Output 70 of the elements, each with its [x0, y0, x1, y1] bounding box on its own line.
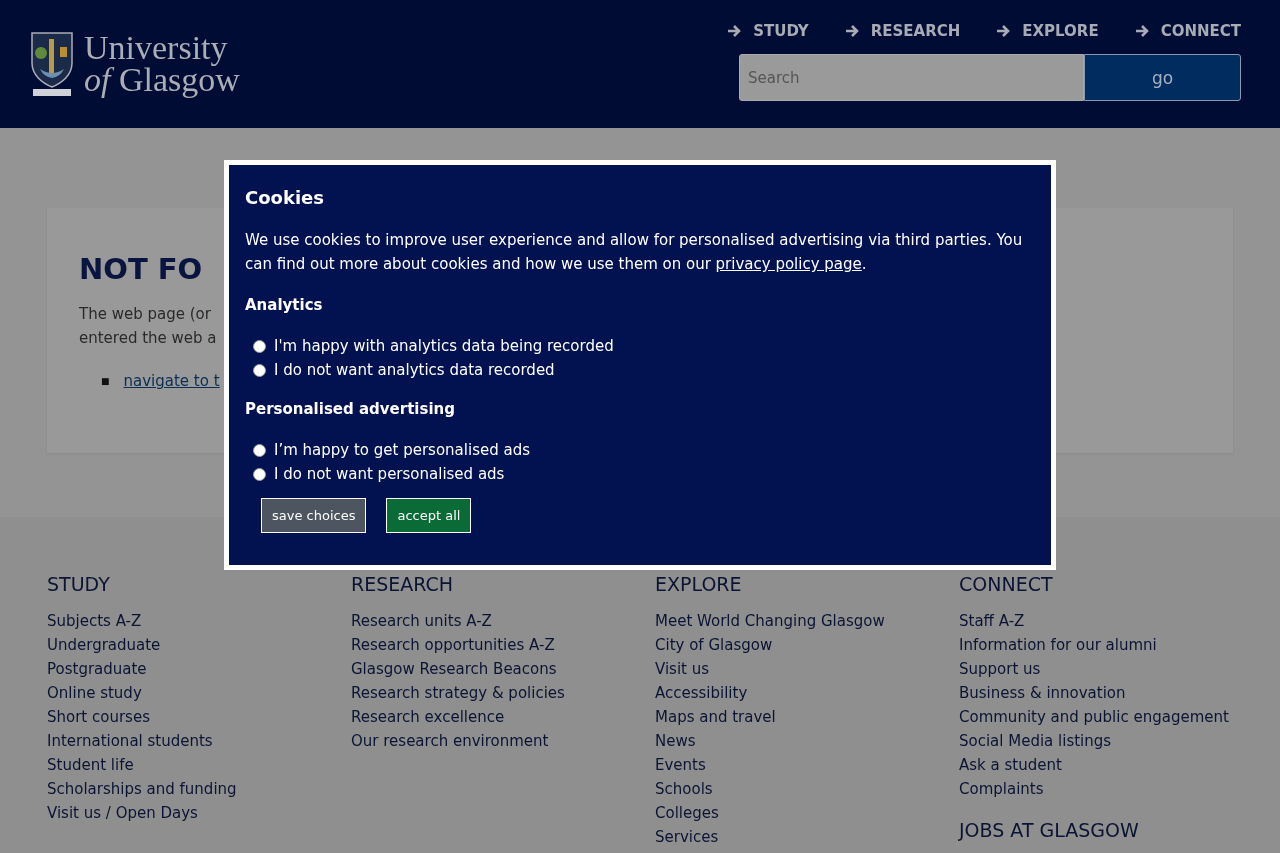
footer-link[interactable]: Research opportunities A-Z	[351, 633, 555, 657]
arrow-right-icon	[996, 24, 1011, 38]
footer-link[interactable]: Social Media listings	[959, 729, 1112, 753]
search-field[interactable]: Search	[739, 54, 1084, 101]
arrow-right-icon	[844, 24, 859, 38]
footer-link[interactable]: International students	[47, 729, 213, 753]
footer-heading: JOBS AT GLASGOW	[959, 819, 1139, 841]
footer-link[interactable]: Support us	[959, 657, 1041, 681]
radio-button[interactable]	[253, 443, 266, 457]
group-title: Personalised advertising	[245, 400, 455, 418]
footer-heading: RESEARCH	[351, 573, 454, 595]
university-logo-text[interactable]: University of Glasgow	[84, 32, 240, 96]
footer-link[interactable]: Events	[655, 753, 706, 777]
arrow-right-icon	[1134, 24, 1149, 38]
footer-link[interactable]: Visit us	[655, 657, 710, 681]
footer-link[interactable]: Schools	[655, 777, 713, 801]
footer-link[interactable]: Research units A-Z	[351, 609, 492, 633]
dialog-title: Cookies	[245, 187, 325, 208]
option-label[interactable]: I’m happy to get personalised ads	[274, 438, 530, 462]
accept-button[interactable]: accept all	[386, 498, 472, 533]
footer-link[interactable]: Scholarships and funding	[47, 777, 237, 801]
radio-button[interactable]	[253, 339, 266, 353]
footer-link[interactable]: Complaints	[959, 777, 1044, 801]
radio-button[interactable]	[253, 363, 266, 377]
arrow-right-icon	[727, 24, 742, 38]
footer-link[interactable]: Business & innovation	[959, 681, 1126, 705]
go-button[interactable]: go	[1084, 54, 1241, 101]
footer-link[interactable]: Research strategy & policies	[351, 681, 565, 705]
message-text: The web page (or	[79, 304, 211, 325]
footer-link[interactable]: Accessibility	[655, 681, 748, 705]
footer-heading: EXPLORE	[655, 573, 742, 595]
footer-link[interactable]: Online study	[47, 681, 142, 705]
footer-link[interactable]: Our research environment	[351, 729, 549, 753]
footer-link[interactable]: Ask a student	[959, 753, 1062, 777]
footer-link[interactable]: City of Glasgow	[655, 633, 773, 657]
footer-link[interactable]: Subjects A-Z	[47, 609, 142, 633]
footer-link[interactable]: Research excellence	[351, 705, 505, 729]
footer-link[interactable]: Undergraduate	[47, 633, 161, 657]
group-title: Analytics	[245, 296, 323, 314]
crest-icon	[30, 31, 74, 97]
footer-heading: CONNECT	[959, 573, 1053, 595]
option-label[interactable]: I do not want personalised ads	[274, 462, 505, 486]
nav-link[interactable]: EXPLORE	[996, 22, 1099, 40]
footer-link[interactable]: News	[655, 729, 696, 753]
footer-link[interactable]: Maps and travel	[655, 705, 776, 729]
footer-link[interactable]: Meet World Changing Glasgow	[655, 609, 885, 633]
footer-link[interactable]: Staff A-Z	[959, 609, 1025, 633]
option-label[interactable]: I'm happy with analytics data being recorded	[274, 334, 614, 358]
message-text: entered the web a	[79, 328, 217, 349]
option-label[interactable]: I do not want analytics data recorded	[274, 358, 555, 382]
nav-link[interactable]: RESEARCH	[844, 22, 961, 40]
nav-link[interactable]: CONNECT	[1134, 22, 1241, 40]
bullet-icon: ■	[101, 376, 110, 386]
footer-link[interactable]: Information for our alumni	[959, 633, 1157, 657]
privacy-policy-link[interactable]: privacy policy page	[715, 255, 862, 273]
footer-link[interactable]: Community and public engagement	[959, 705, 1229, 729]
footer-link[interactable]: Colleges	[655, 801, 719, 825]
footer-heading: STUDY	[47, 573, 110, 595]
navigate-link[interactable]: navigate to t	[123, 372, 220, 390]
footer-link[interactable]: Glasgow Research Beacons	[351, 657, 557, 681]
footer-link[interactable]: Student life	[47, 753, 134, 777]
nav-link[interactable]: STUDY	[727, 22, 809, 40]
page-heading: NOT FO	[79, 252, 203, 286]
footer-link[interactable]: Short courses	[47, 705, 150, 729]
footer-link[interactable]: Postgraduate	[47, 657, 147, 681]
footer-link[interactable]: Visit us / Open Days	[47, 801, 198, 825]
cookie-message: We use cookies to improve user experience and allow for personalised advertising via third parties. You can find out more about cookies and how we use them on our privacy policy page.	[245, 230, 1024, 275]
save-button[interactable]: save choices	[261, 498, 367, 533]
footer-link[interactable]: Services	[655, 825, 719, 849]
radio-button[interactable]	[253, 467, 266, 481]
